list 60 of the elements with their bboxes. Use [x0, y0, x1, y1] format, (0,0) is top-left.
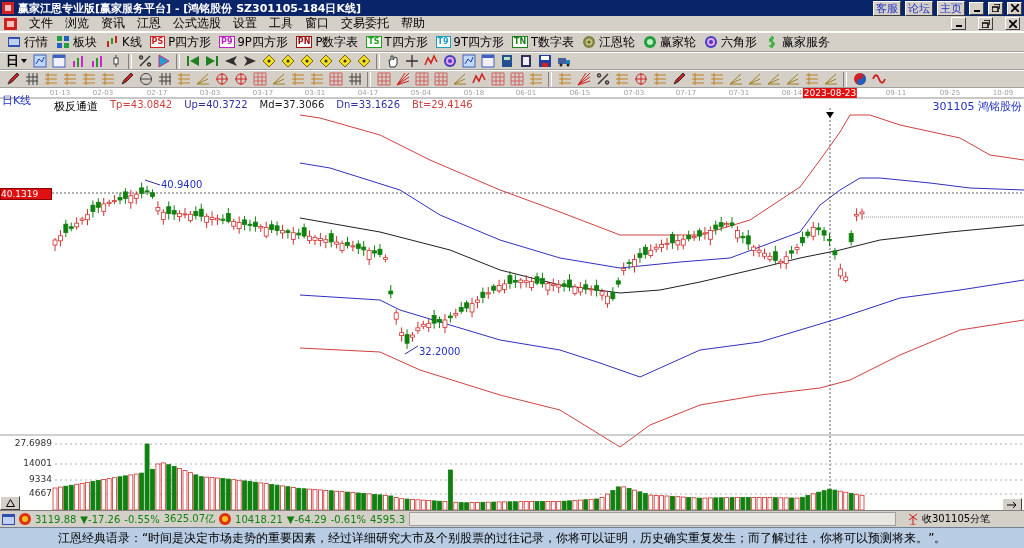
menu-item[interactable]: 窗口 — [305, 15, 329, 32]
menu-item[interactable]: 文件 — [29, 15, 53, 32]
low-price-label: 32.2000 — [419, 346, 461, 357]
letter-badge: TN — [511, 36, 529, 48]
volume-axis-label: 9334 — [29, 474, 52, 484]
index-amount: 4595.3 — [370, 513, 406, 525]
letter-badge: TS — [366, 36, 382, 48]
toolbar-button[interactable]: 六角形 — [701, 33, 761, 51]
title-link[interactable]: 客服 — [873, 0, 901, 16]
toolbar-button[interactable]: P9 9P四方形 — [216, 33, 291, 51]
indicator-value: Dn=33.1626 — [336, 99, 401, 112]
title-link[interactable]: 主页 — [937, 0, 965, 16]
menu-item[interactable]: 工具 — [269, 15, 293, 32]
period-dropdown[interactable]: 日 — [4, 52, 29, 70]
feed-status: 收301105分笔 — [922, 512, 992, 526]
letter-badge: T9 — [435, 36, 451, 48]
indicator-value: Tp=43.0842 — [110, 99, 173, 112]
title-link[interactable]: 论坛 — [905, 0, 933, 16]
index-value: 3119.88 — [35, 513, 77, 525]
toolbar-button[interactable]: PS P四方形 — [146, 33, 215, 51]
price-tag: 40.1319 — [0, 188, 52, 200]
toolbar-button[interactable]: 赢家轮 — [640, 33, 700, 51]
menu-item[interactable]: 资讯 — [101, 15, 125, 32]
indicator-value: Up=40.3722 — [184, 99, 248, 112]
menu-item[interactable]: 浏览 — [65, 15, 89, 32]
quote-text: 江恩经典语录：“时间是决定市场走势的重要因素，经过详细研究大市及个别股票的过往记录，你将可以证明，历史确实重复发生；而了解过往，你将可以预测将来。”。 — [0, 527, 1024, 548]
toolbar-button[interactable]: 赢家服务 — [762, 33, 834, 51]
indicator-value: Bt=29.4146 — [412, 99, 473, 112]
toolbar-button[interactable]: TS T四方形 — [363, 33, 431, 51]
stock-name: 301105 鸿铭股份 — [932, 99, 1022, 114]
high-price-label: 40.9400 — [161, 179, 203, 190]
index-change: ▼-64.29 — [286, 513, 327, 525]
letter-badge: PS — [149, 36, 166, 48]
menu-item[interactable]: 交易委托 — [341, 15, 389, 32]
period-label: 日K线 — [2, 93, 32, 108]
toolbar-button[interactable]: 板块 — [53, 33, 100, 51]
indicator-name: 极反通道 — [54, 99, 98, 114]
menu-item[interactable]: 江恩 — [137, 15, 161, 32]
menu-item[interactable]: 帮助 — [401, 15, 425, 32]
volume-axis-label: 27.6989 — [14, 438, 52, 448]
toolbar-button[interactable]: T9 9T四方形 — [432, 33, 507, 51]
toolbar-button[interactable]: 行情 — [4, 33, 51, 51]
index-change: ▼-17.26 — [80, 513, 121, 525]
index-amount: 3625.07亿 — [163, 512, 216, 526]
cursor-date-label: 2023-08-23 — [802, 88, 858, 98]
menu-item[interactable]: 设置 — [233, 15, 257, 32]
window-title: 赢家江恩专业版[赢家服务平台] - [鸿铭股份 SZ301105-184日K线] — [18, 0, 363, 16]
volume-axis-label: 14001 — [23, 458, 52, 468]
toolbar-button[interactable]: TN T数字表 — [508, 33, 578, 51]
toolbar-button[interactable]: 江恩轮 — [579, 33, 639, 51]
toolbar-button[interactable]: K线 — [102, 33, 145, 51]
toolbar-button[interactable]: PN P数字表 — [292, 33, 362, 51]
index-percent: -0.55% — [124, 513, 160, 525]
indicator-value: Md=37.3066 — [259, 99, 325, 112]
index-percent: -0.61% — [330, 513, 367, 525]
letter-badge: P9 — [219, 36, 235, 48]
letter-badge: PN — [295, 36, 313, 48]
menu-item[interactable]: 公式选股 — [173, 15, 221, 32]
volume-axis-label: 4667 — [29, 488, 52, 498]
index-value: 10418.21 — [235, 513, 283, 525]
